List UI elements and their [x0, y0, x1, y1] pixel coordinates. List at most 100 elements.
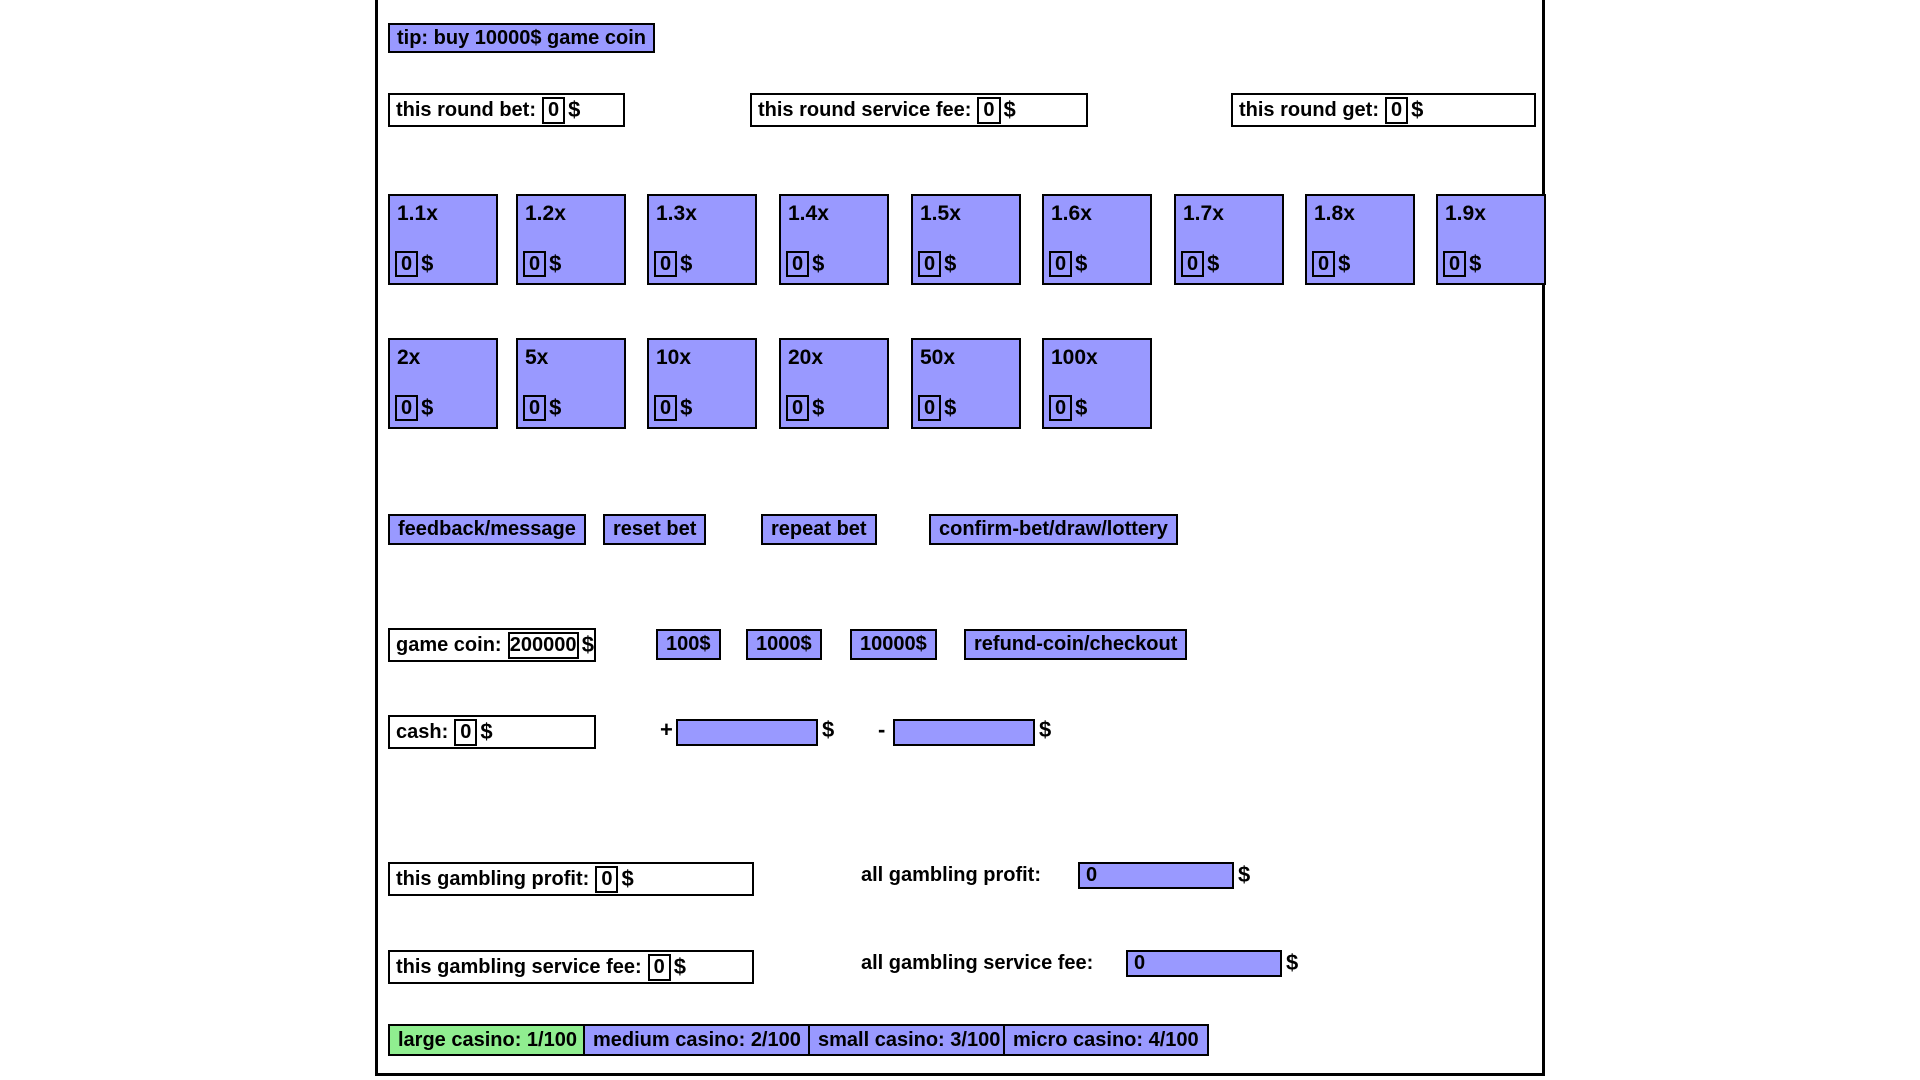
- this-round-service-fee-unit: $: [1003, 97, 1016, 122]
- multiplier-tile-2x[interactable]: 2x 0 $: [388, 338, 498, 429]
- all-gambling-profit-input[interactable]: 0: [1078, 862, 1234, 889]
- multiplier-tile-100x[interactable]: 100x 0 $: [1042, 338, 1152, 429]
- multiplier-tile-1.7x[interactable]: 1.7x 0 $: [1174, 194, 1284, 285]
- multiplier-bet-input[interactable]: 0: [1312, 251, 1336, 277]
- multiplier-bet-unit: $: [1207, 251, 1220, 276]
- multiplier-bet-input[interactable]: 0: [1443, 251, 1467, 277]
- multiplier-tile-1.4x[interactable]: 1.4x 0 $: [779, 194, 889, 285]
- multiplier-tile-1.9x[interactable]: 1.9x 0 $: [1436, 194, 1546, 285]
- multiplier-bet-input[interactable]: 0: [918, 395, 942, 421]
- game-coin-input[interactable]: 200000: [507, 631, 579, 659]
- feedback-message-button[interactable]: feedback/message: [388, 514, 586, 545]
- buy-1000-button[interactable]: 1000$: [746, 629, 822, 660]
- multiplier-bet-unit: $: [812, 395, 825, 420]
- this-gambling-profit-input[interactable]: 0: [595, 865, 619, 893]
- game-coin-field: game coin: 200000 $: [388, 628, 596, 662]
- multiplier-bet-input[interactable]: 0: [918, 251, 942, 277]
- multiplier-tile-20x[interactable]: 20x 0 $: [779, 338, 889, 429]
- this-round-service-fee-input[interactable]: 0: [977, 96, 1001, 124]
- multiplier-tile-1.6x[interactable]: 1.6x 0 $: [1042, 194, 1152, 285]
- cash-subtract-input[interactable]: [893, 719, 1035, 746]
- this-round-get-label: this round get:: [1239, 98, 1379, 121]
- multiplier-tile-1.8x[interactable]: 1.8x 0 $: [1305, 194, 1415, 285]
- multiplier-bet-unit: $: [944, 395, 957, 420]
- multiplier-label: 10x: [656, 346, 692, 369]
- multiplier-bet-input[interactable]: 0: [786, 395, 810, 421]
- multiplier-tile-1.3x[interactable]: 1.3x 0 $: [647, 194, 757, 285]
- cash-add-unit: $: [822, 717, 835, 742]
- this-gambling-service-fee-field: this gambling service fee: 0 $: [388, 950, 754, 984]
- multiplier-label: 2x: [397, 346, 421, 369]
- this-round-bet-label: this round bet:: [396, 98, 536, 121]
- reset-bet-button[interactable]: reset bet: [603, 514, 707, 545]
- multiplier-bet-group: 0 $: [1181, 251, 1219, 277]
- casino-tab-micro[interactable]: micro casino: 4/100: [1003, 1024, 1209, 1056]
- multiplier-bet-group: 0 $: [1049, 395, 1087, 421]
- this-round-get-field: this round get: 0 $: [1231, 93, 1536, 127]
- multiplier-bet-group: 0 $: [523, 251, 561, 277]
- multiplier-bet-input[interactable]: 0: [1181, 251, 1205, 277]
- all-gambling-profit-unit: $: [1238, 862, 1251, 887]
- this-gambling-service-fee-input[interactable]: 0: [647, 953, 671, 981]
- this-round-get-unit: $: [1411, 97, 1424, 122]
- multiplier-bet-group: 0 $: [1443, 251, 1481, 277]
- multiplier-label: 1.3x: [656, 202, 697, 225]
- game-coin-label: game coin:: [396, 633, 502, 656]
- multiplier-bet-input[interactable]: 0: [395, 395, 419, 421]
- multiplier-label: 1.5x: [920, 202, 961, 225]
- repeat-bet-button[interactable]: repeat bet: [761, 514, 877, 545]
- multiplier-bet-input[interactable]: 0: [1049, 251, 1073, 277]
- multiplier-tile-1.1x[interactable]: 1.1x 0 $: [388, 194, 498, 285]
- multiplier-tile-1.2x[interactable]: 1.2x 0 $: [516, 194, 626, 285]
- buy-100-button[interactable]: 100$: [656, 629, 721, 660]
- multiplier-bet-input[interactable]: 0: [523, 251, 547, 277]
- cash-unit: $: [480, 719, 493, 744]
- multiplier-tile-10x[interactable]: 10x 0 $: [647, 338, 757, 429]
- multiplier-bet-input[interactable]: 0: [786, 251, 810, 277]
- casino-tab-small[interactable]: small casino: 3/100: [808, 1024, 1011, 1056]
- this-round-get-input[interactable]: 0: [1384, 96, 1409, 124]
- multiplier-bet-group: 0 $: [1049, 251, 1087, 277]
- casino-tab-medium[interactable]: medium casino: 2/100: [583, 1024, 811, 1056]
- multiplier-bet-group: 0 $: [918, 251, 956, 277]
- confirm-bet-button[interactable]: confirm-bet/draw/lottery: [929, 514, 1178, 545]
- multiplier-label: 1.2x: [525, 202, 566, 225]
- multiplier-bet-input[interactable]: 0: [395, 251, 419, 277]
- cash-plus-sign: +: [660, 717, 673, 742]
- buy-10000-button[interactable]: 10000$: [850, 629, 937, 660]
- multiplier-bet-input[interactable]: 0: [654, 251, 678, 277]
- cash-subtract-unit: $: [1039, 717, 1052, 742]
- multiplier-bet-unit: $: [680, 251, 693, 276]
- this-round-bet-input[interactable]: 0: [541, 96, 566, 124]
- refund-coin-checkout-button[interactable]: refund-coin/checkout: [964, 629, 1188, 660]
- cash-label: cash:: [396, 720, 449, 743]
- cash-field: cash: 0 $: [388, 715, 596, 749]
- multiplier-bet-unit: $: [680, 395, 693, 420]
- content-frame: tip: buy 10000$ game coin this round bet…: [375, 0, 1546, 1076]
- multiplier-label: 1.1x: [397, 202, 438, 225]
- multiplier-bet-input[interactable]: 0: [654, 395, 678, 421]
- all-gambling-service-fee-unit: $: [1286, 950, 1299, 975]
- multiplier-bet-unit: $: [549, 395, 562, 420]
- multiplier-bet-input[interactable]: 0: [523, 395, 547, 421]
- cash-add-input[interactable]: [676, 719, 818, 746]
- multiplier-bet-group: 0 $: [786, 251, 824, 277]
- tip-text: tip: buy 10000$ game coin: [397, 26, 646, 49]
- multiplier-bet-group: 0 $: [654, 251, 692, 277]
- all-gambling-service-fee-input[interactable]: 0: [1126, 950, 1282, 977]
- game-coin-unit: $: [581, 632, 594, 657]
- cash-input[interactable]: 0: [454, 718, 478, 746]
- all-gambling-service-fee-label: all gambling service fee:: [861, 952, 1094, 974]
- this-gambling-profit-field: this gambling profit: 0 $: [388, 862, 754, 896]
- multiplier-tile-5x[interactable]: 5x 0 $: [516, 338, 626, 429]
- multiplier-bet-input[interactable]: 0: [1049, 395, 1073, 421]
- multiplier-bet-unit: $: [812, 251, 825, 276]
- casino-tab-large[interactable]: large casino: 1/100: [388, 1024, 587, 1056]
- multiplier-bet-unit: $: [944, 251, 957, 276]
- multiplier-label: 20x: [788, 346, 824, 369]
- multiplier-label: 5x: [525, 346, 549, 369]
- multiplier-bet-unit: $: [1075, 251, 1088, 276]
- multiplier-tile-50x[interactable]: 50x 0 $: [911, 338, 1021, 429]
- multiplier-tile-1.5x[interactable]: 1.5x 0 $: [911, 194, 1021, 285]
- multiplier-bet-group: 0 $: [523, 395, 561, 421]
